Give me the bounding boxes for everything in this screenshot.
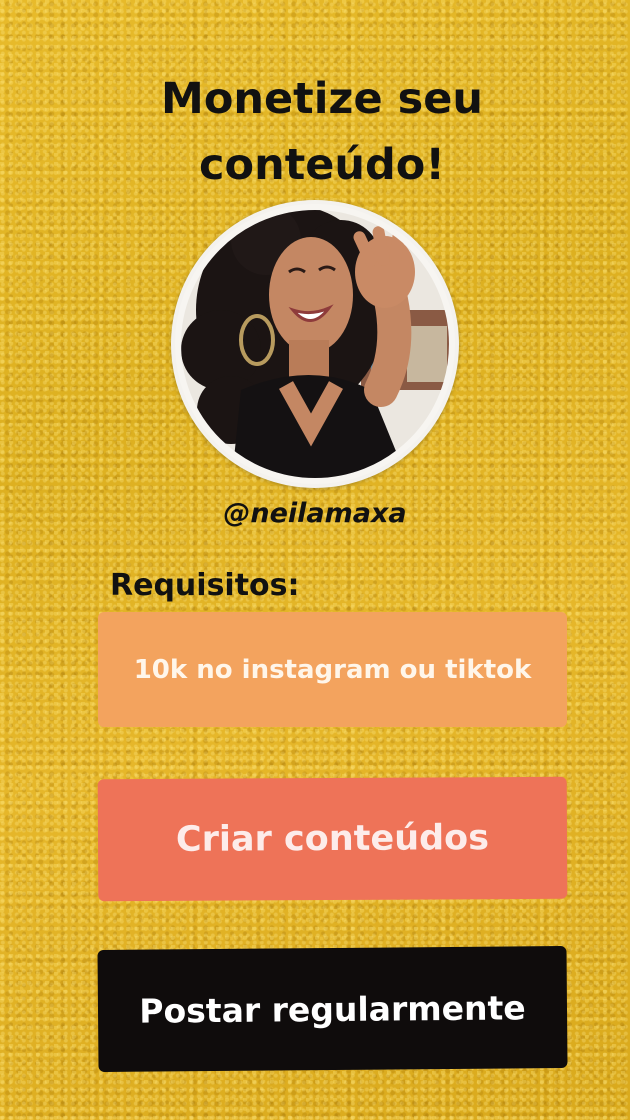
requirement-item-label: Postar regularmente [139,987,526,1031]
requirement-item-post-regularly: Postar regularmente [97,945,568,1073]
profile-photo-icon [175,204,455,484]
requirement-item-create-content: Criar conteúdos [97,776,568,902]
requirement-item-label: Criar conteúdos [175,818,490,860]
requirements-heading: Requisitos: [110,568,300,603]
requirement-item-label: 10k no instagram ou tiktok [133,654,532,685]
profile-handle: @neilamaxa [223,498,407,529]
profile-avatar [171,200,459,488]
requirement-item-followers: 10k no instagram ou tiktok [98,612,567,727]
page-title: Monetize seu conteúdo! [161,74,483,190]
